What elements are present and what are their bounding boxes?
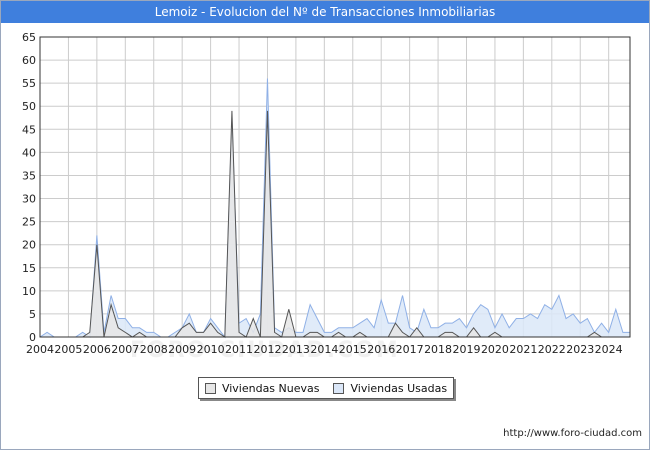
y-tick-label: 55 [22,77,36,90]
x-tick-label: 2011 [225,343,253,356]
legend-item-usadas: Viviendas Usadas [333,382,447,395]
grid-layer [39,36,630,338]
x-tick-label: 2020 [481,343,509,356]
x-tick-label: 2019 [453,343,481,356]
y-tick-label: 20 [22,239,36,252]
x-tick-label: 2004 [26,343,54,356]
y-tick-label: 25 [22,216,36,229]
y-tick-label: 35 [22,169,36,182]
legend-swatch-nuevas [204,382,216,394]
x-tick-label: 2013 [282,343,310,356]
legend-label-nuevas: Viviendas Nuevas [221,381,320,395]
plot-area [40,37,630,337]
x-tick-label: 2022 [538,343,566,356]
legend-item-nuevas: Viviendas Nuevas [204,381,320,395]
y-tick-label: 50 [22,100,36,113]
x-tick-label: 2008 [140,343,168,356]
y-tick-label: 30 [22,193,36,206]
x-tick-label: 2012 [253,343,281,356]
x-tick-label: 2005 [54,343,82,356]
legend-swatch-usadas [333,382,345,394]
y-tick-label: 45 [22,123,36,136]
x-tick-label: 2007 [111,343,139,356]
legend-label-usadas: Viviendas Usadas [350,381,448,395]
x-tick-label: 2010 [197,343,225,356]
y-tick-label: 65 [22,31,36,44]
x-tick-label: 2018 [424,343,452,356]
x-tick-label: 2023 [566,343,594,356]
x-tick-label: 2009 [168,343,196,356]
y-tick-label: 5 [29,308,36,321]
y-tick-label: 10 [22,285,36,298]
source-url: http://www.foro-ciudad.com [503,428,642,439]
x-tick-label: 2017 [396,343,424,356]
legend: Viviendas Nuevas Viviendas Usadas [198,377,454,399]
y-tick-label: 60 [22,54,36,67]
x-tick-label: 2014 [310,343,338,356]
x-tick-label: 2016 [367,343,395,356]
x-tick-label: 2006 [83,343,111,356]
x-tick-label: 2021 [509,343,537,356]
y-tick-label: 15 [22,262,36,275]
x-tick-label: 2024 [595,343,623,356]
y-tick-label: 40 [22,146,36,159]
x-tick-label: 2015 [339,343,367,356]
